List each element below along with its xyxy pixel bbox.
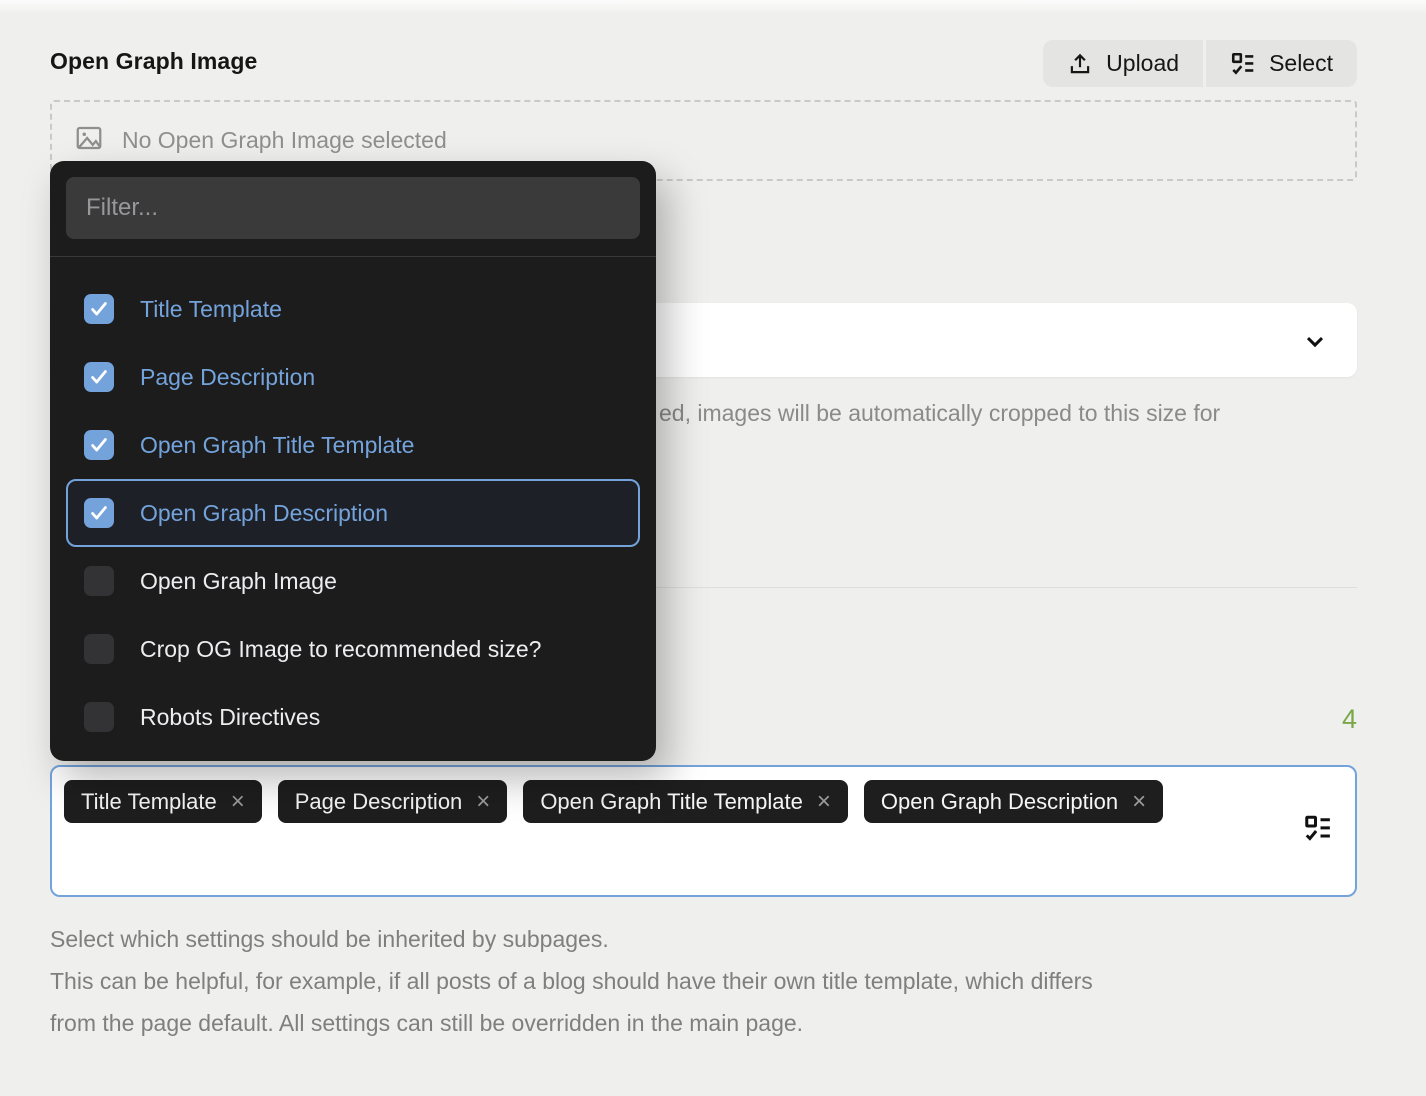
settings-dropdown-panel: Title Template Page Description Open Graph… (50, 161, 656, 761)
page-title: Open Graph Image (50, 48, 257, 75)
filter-input[interactable] (66, 177, 640, 239)
dropdown-option[interactable]: Robots Directives (50, 683, 656, 751)
tag: Title Template × (64, 780, 262, 823)
tag-label: Page Description (295, 789, 463, 815)
crop-help-text: ed, images will be automatically cropped… (659, 400, 1220, 427)
dropdown-option[interactable]: Title Template (50, 275, 656, 343)
checkbox-checked[interactable] (84, 294, 114, 324)
dropdown-option[interactable]: Open Graph Description (66, 479, 640, 547)
option-label: Crop OG Image to recommended size? (140, 636, 541, 663)
tag: Page Description × (278, 780, 508, 823)
selected-count-badge: 4 (1342, 704, 1357, 735)
option-label: Robots Directives (140, 704, 320, 731)
dropdown-option[interactable]: Crop OG Image to recommended size? (50, 615, 656, 683)
option-label: Title Template (140, 296, 282, 323)
remove-tag-icon[interactable]: × (476, 790, 490, 814)
remove-tag-icon[interactable]: × (1132, 790, 1146, 814)
filter-wrap (50, 161, 656, 239)
image-icon (74, 123, 104, 158)
instructions-line: from the page default. All settings can … (50, 1002, 1370, 1044)
select-button[interactable]: Select (1206, 40, 1357, 87)
dropdown-option[interactable]: Page Description (50, 343, 656, 411)
options-list: Title Template Page Description Open Graph… (50, 257, 656, 751)
field-instructions: Select which settings should be inherite… (50, 918, 1370, 1044)
tag-label: Open Graph Title Template (540, 789, 803, 815)
checkbox-unchecked[interactable] (84, 634, 114, 664)
tag: Open Graph Title Template × (523, 780, 848, 823)
checkbox-checked[interactable] (84, 430, 114, 460)
tag: Open Graph Description × (864, 780, 1163, 823)
dropzone-text: No Open Graph Image selected (122, 127, 447, 154)
chevron-down-icon (1301, 327, 1329, 360)
checkbox-unchecked[interactable] (84, 566, 114, 596)
checklist-icon[interactable] (1303, 814, 1333, 849)
instructions-line: This can be helpful, for example, if all… (50, 960, 1370, 1002)
dropdown-option[interactable]: Open Graph Image (50, 547, 656, 615)
option-label: Open Graph Image (140, 568, 337, 595)
option-label: Open Graph Description (140, 500, 388, 527)
asset-actions: Upload Select (1043, 40, 1357, 87)
select-button-label: Select (1269, 50, 1333, 77)
checkbox-unchecked[interactable] (84, 702, 114, 732)
remove-tag-icon[interactable]: × (231, 790, 245, 814)
instructions-line: Select which settings should be inherite… (50, 918, 1370, 960)
checkbox-checked[interactable] (84, 362, 114, 392)
option-label: Open Graph Title Template (140, 432, 414, 459)
checkbox-checked[interactable] (84, 498, 114, 528)
tag-label: Open Graph Description (881, 789, 1118, 815)
checklist-icon (1230, 51, 1256, 77)
upload-button[interactable]: Upload (1043, 40, 1203, 87)
inherit-settings-field[interactable]: Title Template×Page Description×Open Gra… (50, 765, 1357, 897)
option-label: Page Description (140, 364, 315, 391)
upload-button-label: Upload (1106, 50, 1179, 77)
upload-icon (1067, 51, 1093, 77)
tag-label: Title Template (81, 789, 217, 815)
dropdown-option[interactable]: Open Graph Title Template (50, 411, 656, 479)
remove-tag-icon[interactable]: × (817, 790, 831, 814)
